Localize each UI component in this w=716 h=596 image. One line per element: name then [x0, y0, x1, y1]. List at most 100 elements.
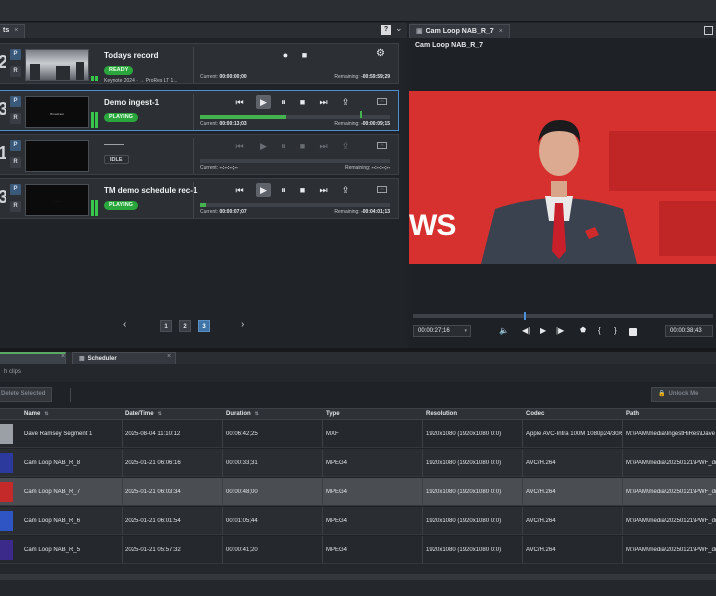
column-header-name[interactable]: Name ⇅ [24, 411, 49, 417]
volume-icon[interactable]: 🔈 [499, 326, 509, 335]
skip-back-button[interactable]: ⏮ [232, 139, 247, 153]
export-button[interactable]: ⇪ [338, 183, 353, 197]
recorder-card[interactable]: 1 P R IDLE ⏮ ▶ ⏸ ■ ⏭ ⇪ ▭ Current: --:--:… [0, 134, 399, 175]
progress-bar[interactable] [200, 159, 390, 163]
close-icon[interactable]: × [167, 353, 171, 360]
record-mode-button[interactable]: R [10, 201, 21, 212]
options-button[interactable]: ▭ [377, 98, 387, 105]
column-separator [322, 449, 323, 477]
table-row-selected[interactable]: Cam Loop NAB_R_7 2025-01-21 06:03:34 00:… [0, 478, 716, 506]
play-button[interactable]: ▶ [256, 95, 271, 109]
step-forward-button[interactable]: |▶ [556, 326, 564, 335]
step-back-button[interactable]: ◀| [522, 326, 530, 335]
export-button[interactable]: ⇪ [338, 139, 353, 153]
marker-icon[interactable]: ⬟ [580, 326, 586, 334]
close-icon[interactable]: × [14, 27, 18, 34]
column-header-codec[interactable]: Codec [526, 411, 544, 417]
clip-datetime: 2025-01-21 05:57:32 [125, 547, 181, 553]
out-point-button[interactable]: } [614, 326, 617, 335]
column-header-duration[interactable]: Duration ⇅ [226, 411, 259, 417]
tab-player[interactable]: ▣ Cam Loop NAB_R_7 × [409, 24, 510, 38]
record-button[interactable]: ● [278, 48, 293, 62]
pause-button[interactable]: ⏸ [276, 139, 291, 153]
options-button[interactable]: ▭ [377, 142, 387, 149]
recorder-card[interactable]: 3 P R · · · · · · TM demo schedule rec-1… [0, 178, 399, 219]
page-button-2[interactable]: 2 [179, 320, 191, 332]
play-button[interactable]: ▶ [256, 139, 271, 153]
recorder-card[interactable]: 2 P R Todays record READY Keynote 2024 ·… [0, 43, 399, 84]
save-icon[interactable] [629, 328, 637, 336]
chevron-down-icon[interactable]: ▾ [464, 326, 467, 336]
recorder-name: TM demo schedule rec-1 [104, 186, 198, 195]
clip-name: Cam Loop NAB_R_5 [24, 547, 81, 553]
clip-resolution: 1920x1080 (1920x1080 0:0) [426, 431, 502, 437]
column-header-resolution[interactable]: Resolution [426, 411, 457, 417]
window-icon[interactable] [704, 26, 713, 35]
column-header-type[interactable]: Type [326, 411, 340, 417]
column-header-datetime[interactable]: Date/Time ⇅ [125, 411, 162, 417]
column-separator [222, 507, 223, 535]
export-button[interactable]: ⇪ [338, 95, 353, 109]
stop-button[interactable]: ■ [295, 183, 310, 197]
stop-button[interactable]: ■ [295, 139, 310, 153]
page-button-3[interactable]: 3 [198, 320, 210, 332]
progress-bar[interactable] [200, 203, 390, 207]
gear-icon[interactable]: ⚙ [376, 48, 385, 59]
close-icon[interactable]: × [499, 28, 503, 35]
table-row[interactable]: Cam Loop NAB_R_8 2025-01-21 06:06:16 00:… [0, 449, 716, 477]
table-row[interactable]: Dave Ramsey Segment 1 2025-08-04 11:10:1… [0, 420, 716, 448]
column-label: Resolution [426, 411, 457, 417]
column-label: Date/Time [125, 411, 154, 417]
unlock-media-button[interactable]: 🔒 Unlock Me [651, 387, 716, 402]
skip-forward-button[interactable]: ⏭ [316, 183, 331, 197]
pause-button[interactable]: ⏸ [276, 95, 291, 109]
search-filter-row[interactable]: h clips [0, 364, 716, 382]
pause-button[interactable]: ⏸ [276, 183, 291, 197]
delete-selected-button[interactable]: Delete Selected [0, 387, 53, 402]
progress-bar[interactable] [200, 111, 390, 119]
current-label: Current: [200, 121, 219, 127]
preview-button[interactable]: P [10, 140, 21, 151]
record-mode-button[interactable]: R [10, 113, 21, 124]
options-button[interactable]: ▭ [377, 186, 387, 193]
skip-back-button[interactable]: ⏮ [232, 183, 247, 197]
divider [193, 138, 194, 174]
stop-button[interactable]: ■ [297, 48, 312, 62]
page-button-1[interactable]: 1 [160, 320, 172, 332]
video-preview[interactable]: WS [409, 91, 716, 264]
chevron-right-icon[interactable]: › [241, 319, 244, 330]
play-button[interactable]: ▶ [256, 183, 271, 197]
play-button[interactable]: ▶ [540, 326, 546, 335]
preview-button[interactable]: P [10, 96, 21, 107]
chevron-down-icon[interactable]: ⌄ [395, 23, 403, 34]
preview-button[interactable]: P [10, 184, 21, 195]
table-row[interactable]: Cam Loop NAB_R_6 2025-01-21 06:01:54 00:… [0, 507, 716, 535]
close-icon[interactable]: × [61, 353, 65, 360]
tab-recorders[interactable]: ts × [0, 24, 26, 38]
record-mode-button[interactable]: R [10, 157, 21, 168]
current-timecode-field[interactable]: 00:00:27;16 ▾ [413, 325, 471, 337]
help-button[interactable]: ? [381, 25, 391, 35]
divider [70, 388, 71, 402]
skip-forward-button[interactable]: ⏭ [316, 95, 331, 109]
player-scrubber[interactable] [413, 312, 713, 320]
horizontal-scrollbar[interactable] [0, 574, 716, 580]
in-point-button[interactable]: { [598, 326, 601, 335]
table-row[interactable]: Cam Loop NAB_R_5 2025-01-21 05:57:32 00:… [0, 536, 716, 564]
tab-clips[interactable] [0, 352, 66, 364]
skip-back-button[interactable]: ⏮ [232, 95, 247, 109]
clip-resolution: 1920x1080 (1920x1080 0:0) [426, 460, 502, 466]
clip-datetime: 2025-01-21 06:06:16 [125, 460, 181, 466]
column-header-path[interactable]: Path [626, 411, 639, 417]
recorder-card[interactable]: 3 P R Broadcast Demo ingest-1 PLAYING ⏮ … [0, 90, 399, 131]
chevron-left-icon[interactable]: ‹ [123, 319, 126, 330]
tab-scheduler[interactable]: ▦ Scheduler [72, 352, 176, 364]
stop-button[interactable]: ■ [295, 95, 310, 109]
skip-forward-button[interactable]: ⏭ [316, 139, 331, 153]
right-tab-bar: ▣ Cam Loop NAB_R_7 × [409, 23, 716, 38]
preview-button[interactable]: P [10, 49, 21, 60]
recorder-number: 3 [0, 99, 6, 119]
playhead[interactable] [524, 312, 526, 320]
clip-codec: AVC/H.264 [526, 489, 556, 495]
record-mode-button[interactable]: R [10, 66, 21, 77]
